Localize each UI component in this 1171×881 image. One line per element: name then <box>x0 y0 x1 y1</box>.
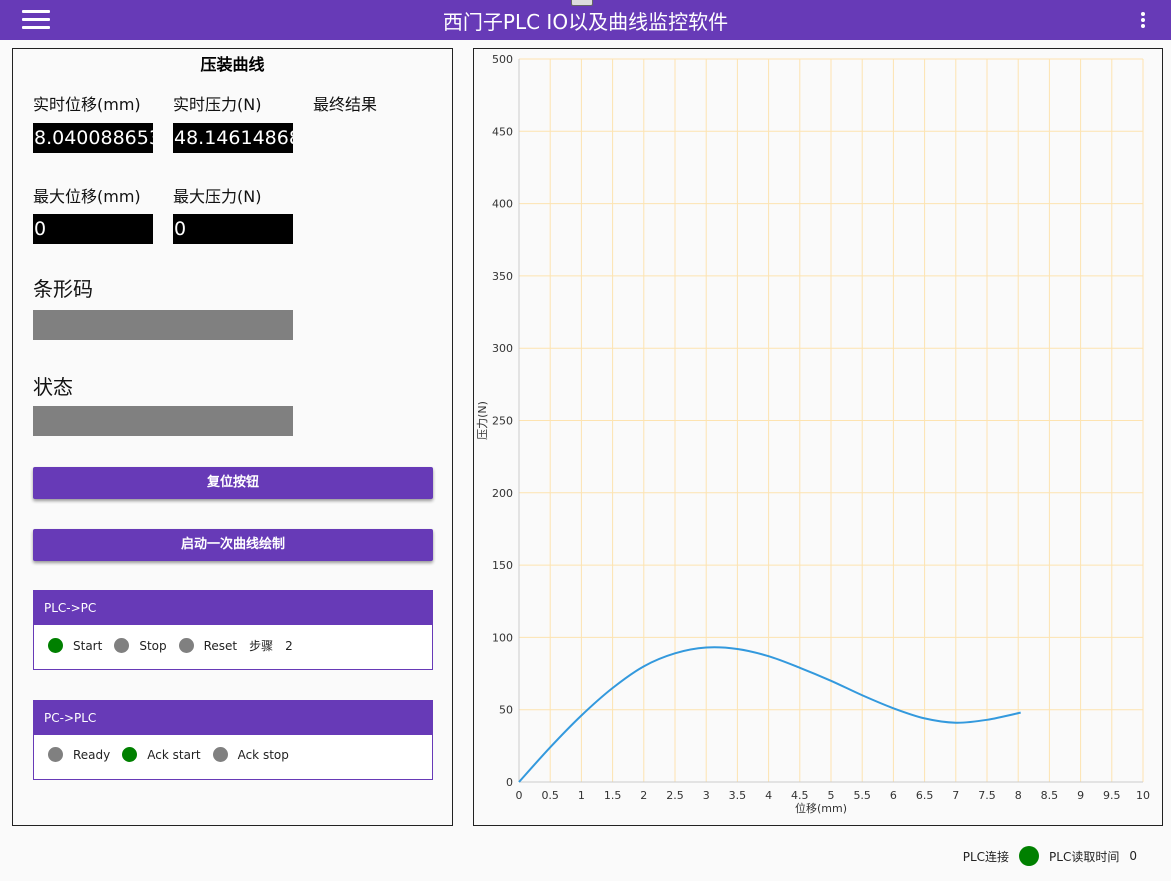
signal-ack-start: Ack start <box>122 747 201 762</box>
status-indicator-icon <box>122 747 138 762</box>
status-indicator-icon <box>178 638 194 653</box>
status-bar: PLC连接 PLC读取时间 0 <box>963 846 1137 866</box>
reset-button[interactable]: 复位按钮 <box>33 467 433 499</box>
plc-to-pc-signals: Start Stop Reset 步骤 2 <box>48 637 293 654</box>
window-handle[interactable] <box>571 0 593 6</box>
max-displacement-label: 最大位移(mm) <box>33 187 141 206</box>
y-tick-label: 500 <box>492 53 513 66</box>
x-tick-label: 6.5 <box>916 789 934 802</box>
realtime-force-label: 实时压力(N) <box>173 95 262 114</box>
status-indicator-icon <box>48 747 63 762</box>
x-tick-label: 4 <box>765 789 772 802</box>
signal-ready: Ready <box>48 747 110 762</box>
pc-to-plc-header: PC->PLC <box>34 701 432 735</box>
step-label: 步骤 <box>249 639 274 653</box>
final-result-label: 最终结果 <box>313 95 378 114</box>
realtime-force-value: 48.146148686 <box>173 123 293 153</box>
x-tick-label: 4.5 <box>791 789 809 802</box>
barcode-label: 条形码 <box>33 277 93 301</box>
status-indicator-icon <box>212 747 228 762</box>
signal-start: Start <box>48 638 102 653</box>
plc-connected-indicator-icon <box>1019 846 1040 866</box>
max-force-label: 最大压力(N) <box>173 187 262 206</box>
x-tick-label: 3 <box>703 789 710 802</box>
x-tick-label: 2 <box>640 789 647 802</box>
series-line <box>518 646 1021 783</box>
x-tick-label: 8.5 <box>1041 789 1059 802</box>
y-tick-label: 150 <box>492 559 513 572</box>
app-title: 西门子PLC IO以及曲线监控软件 <box>442 10 729 34</box>
max-displacement-value: 0 <box>33 214 153 244</box>
plc-read-time-label: PLC读取时间 <box>1049 849 1120 864</box>
y-axis-title: 压力(N) <box>476 401 489 440</box>
x-tick-label: 7 <box>952 789 959 802</box>
status-indicator-icon <box>48 638 63 653</box>
max-force-value: 0 <box>173 214 293 244</box>
y-tick-label: 200 <box>492 487 513 500</box>
realtime-displacement-label: 实时位移(mm) <box>33 95 141 114</box>
x-tick-label: 1 <box>578 789 585 802</box>
status-field <box>33 406 293 436</box>
chart-panel: 0 0.5 1 1.5 2 2.5 3 3.5 4 4.5 5 5.5 6 6.5 7 7.5 8 8.5 9 9.5… <box>473 48 1163 826</box>
y-tick-label: 350 <box>492 270 513 283</box>
status-indicator-icon <box>114 638 130 653</box>
signal-stop: Stop <box>114 638 167 653</box>
y-tick-label: 300 <box>492 342 513 355</box>
y-tick-label: 50 <box>499 704 513 717</box>
y-tick-label: 100 <box>492 631 513 644</box>
plc-to-pc-block: PLC->PC Start Stop Reset 步骤 2 <box>33 590 433 670</box>
signal-ack-stop: Ack stop <box>212 747 289 762</box>
realtime-displacement-value: 8.040088653 <box>33 123 153 153</box>
pc-to-plc-signals: Ready Ack start Ack stop <box>48 747 301 762</box>
x-tick-label: 2.5 <box>666 789 684 802</box>
x-tick-label: 10 <box>1136 789 1150 802</box>
y-tick-label: 0 <box>506 776 513 789</box>
pc-to-plc-block: PC->PLC Ready Ack start Ack stop <box>33 700 433 780</box>
barcode-field <box>33 310 293 340</box>
x-tick-label: 5 <box>828 789 835 802</box>
x-tick-label: 9.5 <box>1103 789 1121 802</box>
plc-to-pc-header: PLC->PC <box>34 591 432 625</box>
x-tick-label: 9 <box>1077 789 1084 802</box>
y-tick-label: 250 <box>492 415 513 428</box>
plc-connect-label: PLC连接 <box>962 849 1010 864</box>
x-tick-label: 0.5 <box>541 789 559 802</box>
plc-read-time-value: 0 <box>1129 849 1137 863</box>
x-tick-label: 7.5 <box>978 789 996 802</box>
force-displacement-chart: 0 0.5 1 1.5 2 2.5 3 3.5 4 4.5 5 5.5 6 6.5 7 7.5 8 8.5 9 9.5… <box>476 53 1150 815</box>
y-tick-label: 400 <box>492 198 513 211</box>
status-label: 状态 <box>33 375 73 399</box>
press-fit-panel: 压装曲线 实时位移(mm) 实时压力(N) 最终结果 8.040088653 4… <box>12 48 453 826</box>
more-options-icon[interactable] <box>1141 12 1147 30</box>
section-title: 压装曲线 <box>200 55 265 74</box>
y-tick-label: 450 <box>492 125 513 138</box>
start-curve-button[interactable]: 启动一次曲线绘制 <box>33 529 433 561</box>
step-value: 2 <box>285 638 293 653</box>
x-tick-label: 5.5 <box>853 789 871 802</box>
x-tick-label: 1.5 <box>604 789 622 802</box>
x-tick-label: 0 <box>516 789 523 802</box>
title-bar: 西门子PLC IO以及曲线监控软件 <box>0 0 1171 40</box>
signal-reset: Reset <box>178 638 237 653</box>
x-tick-label: 6 <box>890 789 897 802</box>
x-tick-label: 3.5 <box>729 789 747 802</box>
x-tick-label: 8 <box>1015 789 1022 802</box>
x-axis-title: 位移(mm) <box>795 801 847 815</box>
